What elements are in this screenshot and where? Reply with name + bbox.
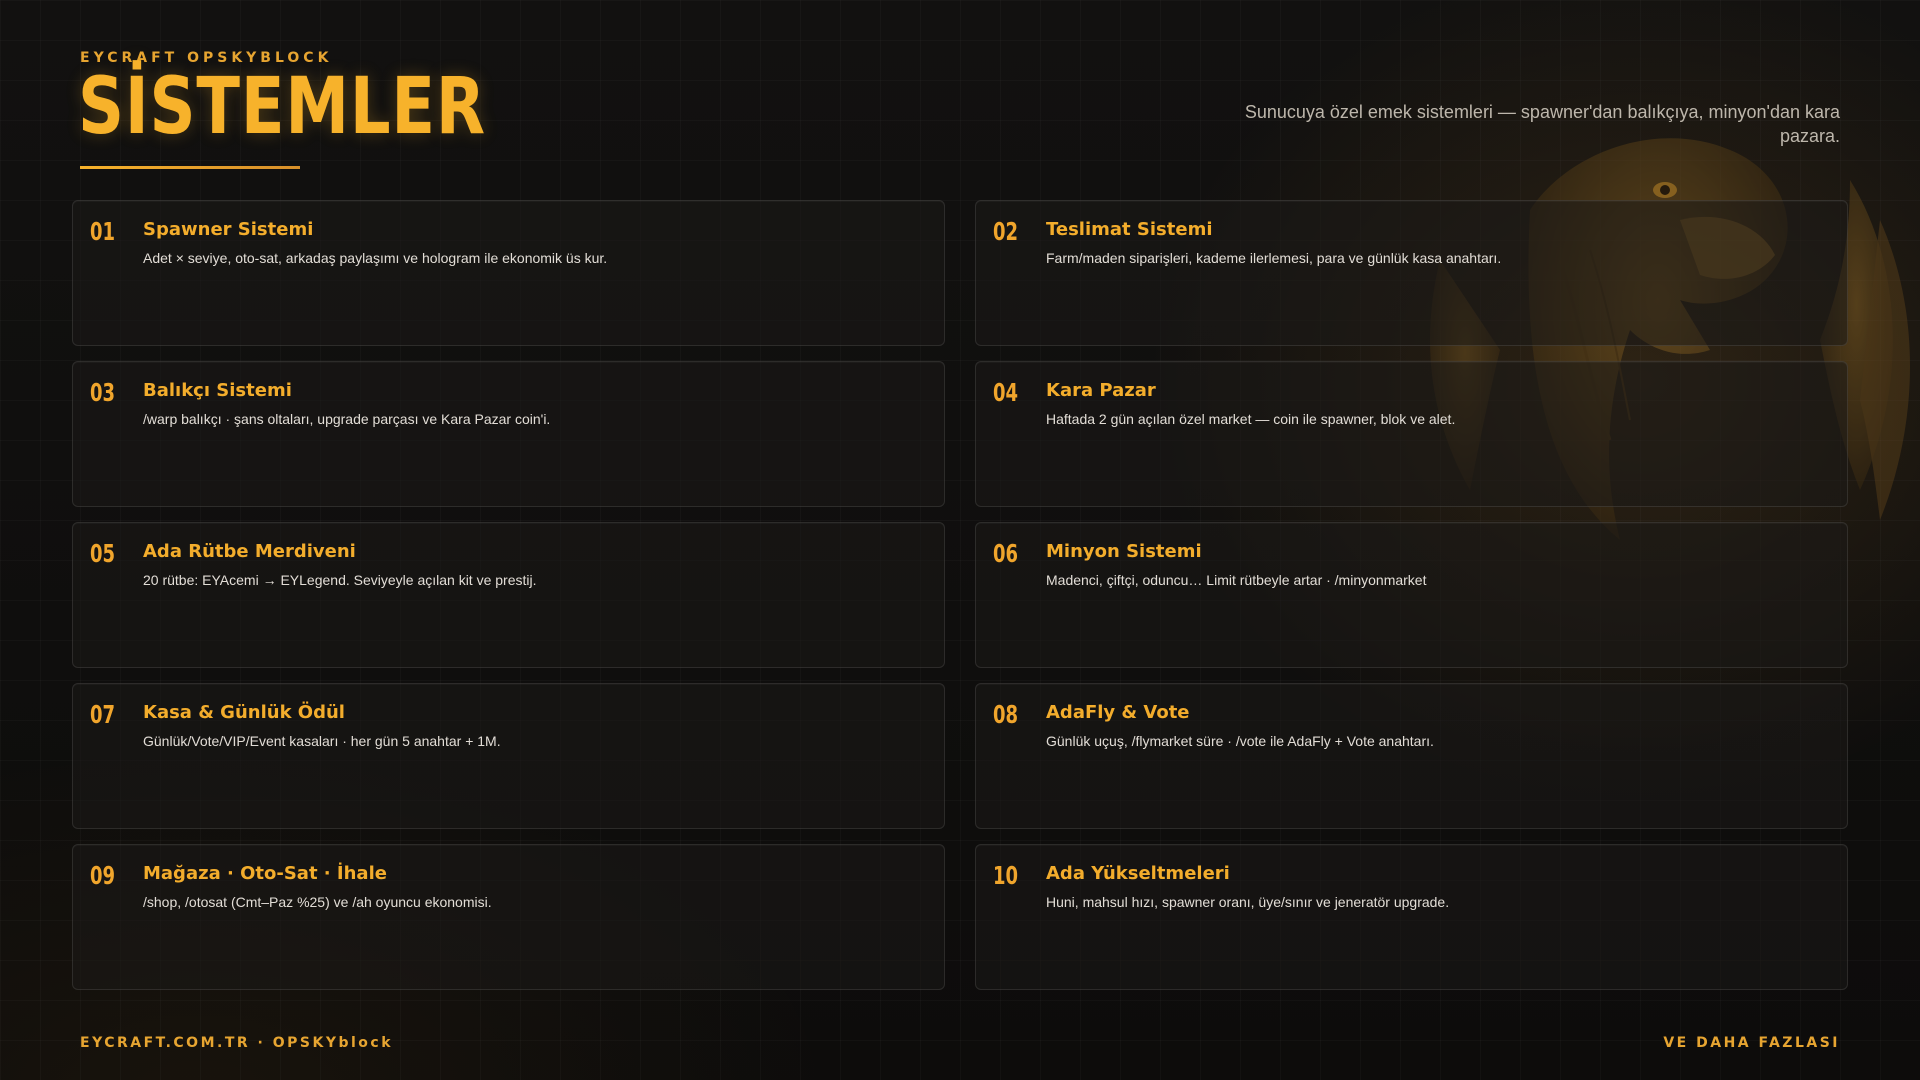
- card-number: 05: [90, 539, 116, 568]
- card-description: Günlük uçuş, /flymarket süre · /vote ile…: [1046, 733, 1434, 749]
- card-title: Mağaza · Oto-Sat · İhale: [143, 863, 387, 884]
- footer-more-label: VE DAHA FAZLASI: [1663, 1035, 1840, 1051]
- system-card-spawner: 01 Spawner Sistemi Adet × seviye, oto-sa…: [72, 200, 945, 346]
- card-title: Spawner Sistemi: [143, 219, 314, 240]
- card-description: 20 rütbe: EYAcemi → EYLegend. Seviyeyle …: [143, 572, 537, 588]
- card-title: Minyon Sistemi: [1046, 541, 1202, 562]
- card-number: 01: [90, 217, 116, 246]
- card-description: /warp balıkçı · şans oltaları, upgrade p…: [143, 411, 551, 427]
- system-card-teslimat: 02 Teslimat Sistemi Farm/maden siparişle…: [975, 200, 1848, 346]
- card-title: Ada Rütbe Merdiveni: [143, 541, 356, 562]
- card-title: Kara Pazar: [1046, 380, 1156, 401]
- system-card-rutbe: 05 Ada Rütbe Merdiveni 20 rütbe: EYAcemi…: [72, 522, 945, 668]
- card-title: AdaFly & Vote: [1046, 702, 1190, 723]
- card-number: 07: [90, 700, 116, 729]
- card-number: 09: [90, 861, 116, 890]
- system-card-balikci: 03 Balıkçı Sistemi /warp balıkçı · şans …: [72, 361, 945, 507]
- card-description: Haftada 2 gün açılan özel market — coin …: [1046, 411, 1456, 427]
- card-number: 10: [993, 861, 1019, 890]
- card-number: 08: [993, 700, 1019, 729]
- card-description: /shop, /otosat (Cmt–Paz %25) ve /ah oyun…: [143, 894, 492, 910]
- systems-grid: 01 Spawner Sistemi Adet × seviye, oto-sa…: [72, 200, 1848, 990]
- card-title: Teslimat Sistemi: [1046, 219, 1213, 240]
- card-title: Balıkçı Sistemi: [143, 380, 292, 401]
- footer-site-link[interactable]: EYCRAFT.COM.TR · OPSKYblock: [80, 1035, 393, 1051]
- card-description: Günlük/Vote/VIP/Event kasaları · her gün…: [143, 733, 501, 749]
- card-title: Kasa & Günlük Ödül: [143, 702, 345, 723]
- card-description: Adet × seviye, oto-sat, arkadaş paylaşım…: [143, 250, 608, 266]
- system-card-adafly: 08 AdaFly & Vote Günlük uçuş, /flymarket…: [975, 683, 1848, 829]
- system-card-minyon: 06 Minyon Sistemi Madenci, çiftçi, odunc…: [975, 522, 1848, 668]
- card-number: 06: [993, 539, 1019, 568]
- card-title: Ada Yükseltmeleri: [1046, 863, 1230, 884]
- card-description: Farm/maden siparişleri, kademe ilerlemes…: [1046, 250, 1502, 266]
- card-description: Madenci, çiftçi, oduncu… Limit rütbeyle …: [1046, 572, 1427, 588]
- page-subtitle: Sunucuya özel emek sistemleri — spawner'…: [1244, 102, 1840, 146]
- system-card-ada-yukseltme: 10 Ada Yükseltmeleri Huni, mahsul hızı, …: [975, 844, 1848, 990]
- system-card-kara-pazar: 04 Kara Pazar Haftada 2 gün açılan özel …: [975, 361, 1848, 507]
- system-card-kasa: 07 Kasa & Günlük Ödül Günlük/Vote/VIP/Ev…: [72, 683, 945, 829]
- system-card-magaza: 09 Mağaza · Oto-Sat · İhale /shop, /otos…: [72, 844, 945, 990]
- card-number: 03: [90, 378, 116, 407]
- card-number: 04: [993, 378, 1019, 407]
- title-underline: [80, 166, 300, 169]
- card-description: Huni, mahsul hızı, spawner oranı, üye/sı…: [1046, 894, 1450, 910]
- page-title: SİSTEMLER: [78, 62, 486, 152]
- card-number: 02: [993, 217, 1019, 246]
